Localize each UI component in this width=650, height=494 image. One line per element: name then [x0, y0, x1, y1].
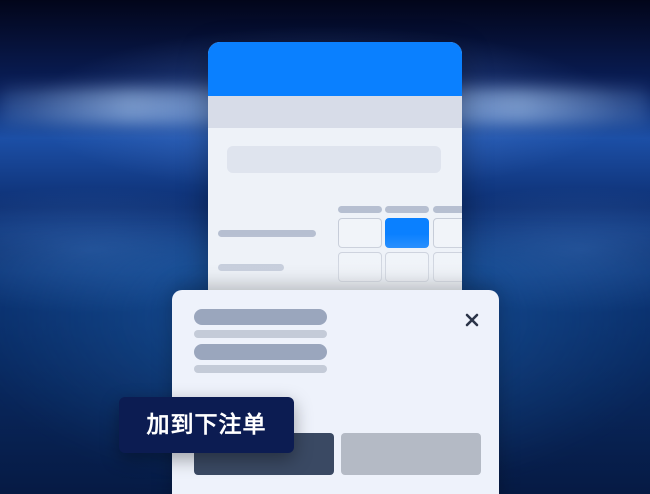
selection-title-line — [194, 344, 327, 360]
card-fade — [208, 234, 462, 294]
selection-subtitle-line — [194, 330, 327, 338]
stadium-background: 加到下注单 — [0, 0, 650, 494]
card-header — [208, 42, 462, 96]
search-placeholder[interactable] — [227, 146, 441, 173]
add-to-bet-slip-button[interactable]: 加到下注单 — [119, 397, 294, 453]
bet-slip-popup — [172, 290, 499, 494]
column-header-3 — [433, 206, 462, 213]
selection-title-line — [194, 309, 327, 325]
selection-subtitle-line — [194, 365, 327, 373]
betting-market-card — [208, 42, 462, 294]
secondary-button[interactable] — [341, 433, 481, 475]
column-header-1 — [338, 206, 382, 213]
card-subheader — [208, 96, 462, 128]
column-header-2 — [385, 206, 429, 213]
close-icon[interactable] — [462, 310, 482, 330]
